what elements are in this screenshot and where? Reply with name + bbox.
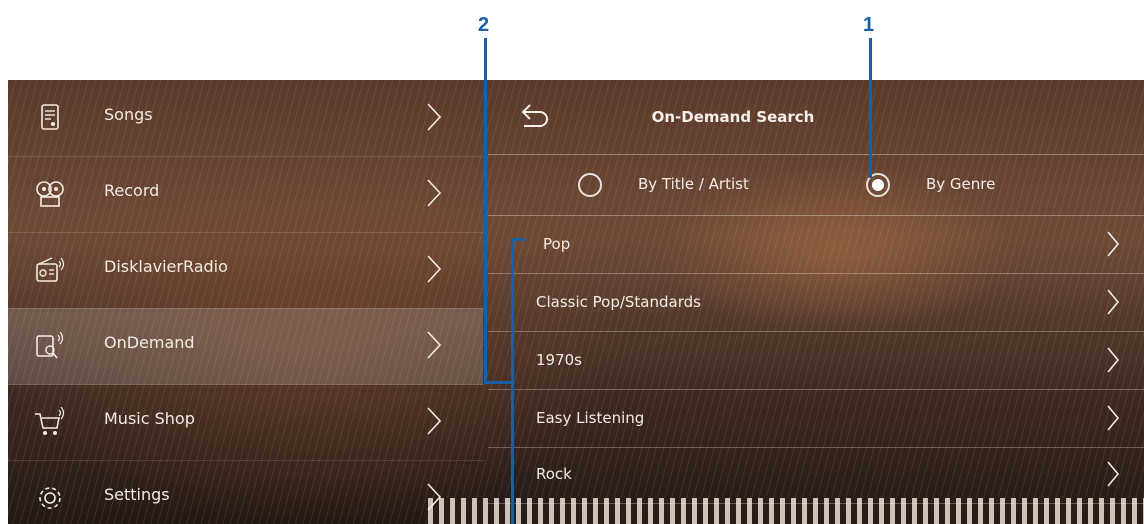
genre-item-classic-pop-standards[interactable]: Classic Pop/Standards [488, 274, 1144, 332]
chevron-right-icon [427, 103, 442, 131]
sidebar-item-settings[interactable]: Settings [8, 460, 483, 524]
sidebar-item-label: Music Shop [104, 409, 195, 428]
chevron-right-icon [1107, 405, 1120, 431]
chevron-right-icon [1107, 461, 1120, 487]
callout-line-2-vertical [484, 38, 487, 384]
ondemand-icon [36, 331, 64, 359]
chevron-right-icon [427, 179, 442, 207]
sidebar-item-label: Record [104, 181, 160, 200]
sidebar-item-disklavierradio[interactable]: DisklavierRadio [8, 232, 483, 309]
sidebar-item-label: DisklavierRadio [104, 257, 228, 276]
chevron-right-icon [427, 255, 442, 283]
sidebar-item-label: OnDemand [104, 333, 195, 352]
songs-icon [41, 104, 59, 130]
genre-label: Easy Listening [536, 409, 645, 427]
gear-icon [39, 487, 61, 509]
sidebar-item-songs[interactable]: Songs [8, 80, 483, 157]
callout-line-2-pop-tick [511, 238, 525, 241]
chevron-right-icon [427, 331, 442, 359]
genre-item-pop[interactable]: Pop [488, 216, 1144, 274]
cart-icon [35, 407, 65, 435]
callout-number-2: 2 [478, 14, 490, 36]
radio-label-by-title-artist[interactable]: By Title / Artist [638, 175, 749, 193]
chevron-right-icon [427, 407, 442, 435]
chevron-right-icon [1107, 347, 1120, 373]
panel-header: On-Demand Search [488, 80, 1144, 155]
chevron-right-icon [427, 483, 442, 511]
radio-icon [36, 257, 65, 282]
sidebar-item-ondemand[interactable]: OnDemand [8, 308, 483, 385]
radio-label-by-genre[interactable]: By Genre [926, 175, 995, 193]
record-icon [36, 181, 64, 207]
genre-item-1970s[interactable]: 1970s [488, 332, 1144, 390]
chevron-right-icon [1107, 289, 1120, 315]
search-mode-selector: By Title / Artist By Genre [488, 155, 1144, 216]
sidebar-item-record[interactable]: Record [8, 156, 483, 233]
sidebar-item-label: Songs [104, 105, 153, 124]
on-demand-search-panel: On-Demand Search By Title / Artist By Ge… [488, 80, 1144, 524]
genre-label: Classic Pop/Standards [536, 293, 701, 311]
radio-by-title-artist[interactable] [578, 173, 602, 197]
sidebar-item-label: Settings [104, 485, 170, 504]
callout-line-2-pop-connector [511, 238, 514, 524]
chevron-right-icon [1107, 231, 1120, 257]
genre-label: Rock [536, 465, 572, 483]
app-screen: Songs Record DisklavierRadio OnDemand Mu… [8, 80, 1144, 524]
callout-number-1: 1 [863, 14, 875, 36]
sidebar-item-music-shop[interactable]: Music Shop [8, 384, 483, 461]
genre-label: 1970s [536, 351, 582, 369]
genre-label: Pop [543, 235, 571, 253]
genre-item-easy-listening[interactable]: Easy Listening [488, 390, 1144, 448]
sidebar: Songs Record DisklavierRadio OnDemand Mu… [8, 80, 483, 524]
callout-line-2-horizontal [484, 381, 514, 384]
callout-line-1 [869, 38, 872, 178]
page-title: On-Demand Search [651, 108, 815, 126]
genre-item-rock[interactable]: Rock [488, 446, 1144, 504]
